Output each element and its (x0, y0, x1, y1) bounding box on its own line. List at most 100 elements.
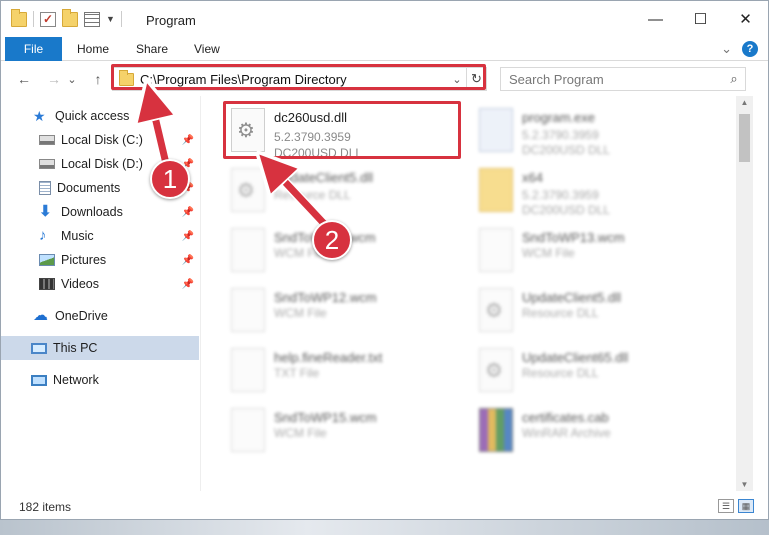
close-button[interactable]: ✕ (723, 1, 768, 37)
sidebar-item-label: Videos (61, 277, 99, 291)
file-name: SndToWP15.wcm (274, 410, 377, 425)
file-detail: WinRAR Archive (522, 426, 611, 440)
file-name: program.exe (522, 110, 595, 125)
file-name: UpdateClient5.dll (274, 170, 374, 185)
file-item[interactable]: SndToWP13.wcm WCM File (474, 224, 714, 280)
sidebar-item-downloads[interactable]: ⬇ Downloads 📌 (1, 200, 199, 224)
network-icon (31, 374, 47, 386)
tab-home[interactable]: Home (77, 37, 109, 61)
properties-icon[interactable]: ✓ (40, 11, 56, 27)
folder-icon[interactable] (11, 8, 27, 27)
file-item[interactable]: SndToWP12.wcm WCM File (226, 284, 466, 340)
quick-access-toolbar: ✓ ▼ (11, 8, 122, 27)
qat-dropdown-icon[interactable]: ▼ (106, 14, 115, 24)
computer-icon (31, 342, 47, 354)
file-detail: 5.2.3790.3959 (274, 130, 351, 144)
minimize-button[interactable]: — (633, 1, 678, 37)
refresh-icon[interactable]: ↻ (466, 68, 486, 90)
file-item[interactable]: certificates.cab WinRAR Archive (474, 404, 714, 460)
details-view-icon[interactable]: ☰ (718, 499, 734, 513)
folder-icon (479, 168, 513, 212)
scrollbar-thumb[interactable] (739, 114, 750, 162)
file-detail: 5.2.3790.3959 (522, 128, 599, 142)
file-detail: WCM File (274, 306, 327, 320)
documents-icon (39, 181, 51, 195)
sidebar-item-videos[interactable]: Videos 📌 (1, 272, 199, 296)
sidebar-item-label: Documents (57, 181, 121, 195)
sidebar-item-onedrive[interactable]: ☁ OneDrive (1, 304, 199, 328)
file-item[interactable]: UpdateClient5.dll Resource DLL (474, 284, 714, 340)
file-item[interactable]: program.exe 5.2.3790.3959 DC200USD DLL (474, 104, 714, 160)
recent-locations-dropdown[interactable]: ⌄ (65, 68, 79, 90)
ribbon-collapse-icon[interactable]: ⌄ (721, 41, 732, 57)
sidebar-item-label: Music (61, 229, 94, 243)
item-count: 182 items (19, 500, 72, 514)
search-box[interactable]: Search Program ⌕ (500, 67, 746, 91)
pin-icon[interactable]: 📌 (182, 135, 194, 146)
file-detail: WCM File (522, 246, 575, 260)
file-item[interactable]: SndToWP15.wcm WCM File (226, 404, 466, 460)
sidebar-item-label: Local Disk (D:) (61, 157, 143, 171)
dll-gear-icon (231, 168, 265, 212)
folder-icon (119, 69, 134, 86)
explorer-window: ✓ ▼ Program — ☐ ✕ File Home Share View ⌄… (0, 0, 769, 520)
file-item[interactable]: UpdateClient5.dll Resource DLL (226, 164, 466, 220)
address-bar[interactable]: C:\Program Files\Program Directory ⌄ ↻ (112, 67, 487, 91)
sidebar-item-this-pc[interactable]: This PC (1, 336, 199, 360)
file-list: dc260usd.dll 5.2.3790.3959 DC200USD DLL … (202, 96, 736, 491)
new-folder-icon[interactable] (62, 8, 78, 27)
scroll-down-icon[interactable]: ▼ (736, 480, 753, 489)
step-badge-1: 1 (150, 159, 190, 199)
title-bar: ✓ ▼ Program — ☐ ✕ (1, 1, 768, 37)
pin-icon[interactable]: 📌 (182, 279, 194, 290)
file-detail: Resource DLL (522, 366, 599, 380)
pin-icon[interactable]: 📌 (182, 255, 194, 266)
tiles-view-icon[interactable]: ▦ (738, 499, 754, 513)
file-name: x64 (522, 170, 543, 185)
sidebar-item-pictures[interactable]: Pictures 📌 (1, 248, 199, 272)
vertical-scrollbar[interactable]: ▲ ▼ (736, 96, 753, 491)
customize-toolbar-icon[interactable] (84, 11, 100, 27)
address-path[interactable]: C:\Program Files\Program Directory (140, 72, 448, 87)
tab-view[interactable]: View (194, 37, 220, 61)
forward-button[interactable]: → (43, 68, 65, 90)
file-icon (231, 228, 265, 272)
search-icon[interactable]: ⌕ (723, 71, 745, 87)
file-name: SndToWP12.wcm (274, 290, 377, 305)
pin-icon[interactable]: 📌 (182, 231, 194, 242)
file-name: dc260usd.dll (274, 110, 347, 125)
maximize-button[interactable]: ☐ (678, 1, 723, 37)
ribbon-tabs: File Home Share View ⌄ ? (1, 37, 768, 61)
file-item[interactable]: x64 5.2.3790.3959 DC200USD DLL (474, 164, 714, 220)
file-item[interactable]: help.fineReader.txt TXT File (226, 344, 466, 400)
dll-gear-icon (231, 108, 265, 152)
sidebar-item-label: OneDrive (55, 309, 108, 323)
sidebar-item-local-disk-c[interactable]: Local Disk (C:) 📌 (1, 128, 199, 152)
ribbon-right-controls: ⌄ ? (721, 41, 758, 57)
pin-icon[interactable]: 📌 (182, 207, 194, 218)
scroll-up-icon[interactable]: ▲ (736, 98, 753, 107)
sidebar-item-network[interactable]: Network (1, 368, 199, 392)
tab-share[interactable]: Share (136, 37, 168, 61)
sidebar-item-label: Quick access (55, 109, 130, 123)
sidebar-item-quick-access[interactable]: ★ Quick access (1, 104, 199, 128)
file-item[interactable]: UpdateClient65.dll Resource DLL (474, 344, 714, 400)
videos-icon (39, 278, 55, 290)
tab-file[interactable]: File (5, 37, 62, 61)
up-button[interactable]: ↑ (87, 68, 109, 90)
dll-gear-icon (479, 348, 513, 392)
star-icon: ★ (33, 108, 46, 124)
help-icon[interactable]: ? (742, 41, 758, 57)
download-icon: ⬇ (39, 203, 52, 220)
address-dropdown-icon[interactable]: ⌄ (448, 73, 466, 86)
rar-archive-icon (479, 408, 513, 452)
cloud-icon: ☁ (33, 307, 48, 324)
file-detail: DC200USD DLL (522, 203, 611, 217)
back-button[interactable]: ← (13, 68, 35, 90)
sidebar-item-label: Downloads (61, 205, 123, 219)
file-detail: DC200USD DLL (274, 146, 363, 160)
dll-gear-icon (479, 288, 513, 332)
sidebar-item-music[interactable]: ♪ Music 📌 (1, 224, 199, 248)
file-item[interactable]: dc260usd.dll 5.2.3790.3959 DC200USD DLL (226, 104, 466, 160)
search-input[interactable]: Search Program (509, 72, 723, 87)
